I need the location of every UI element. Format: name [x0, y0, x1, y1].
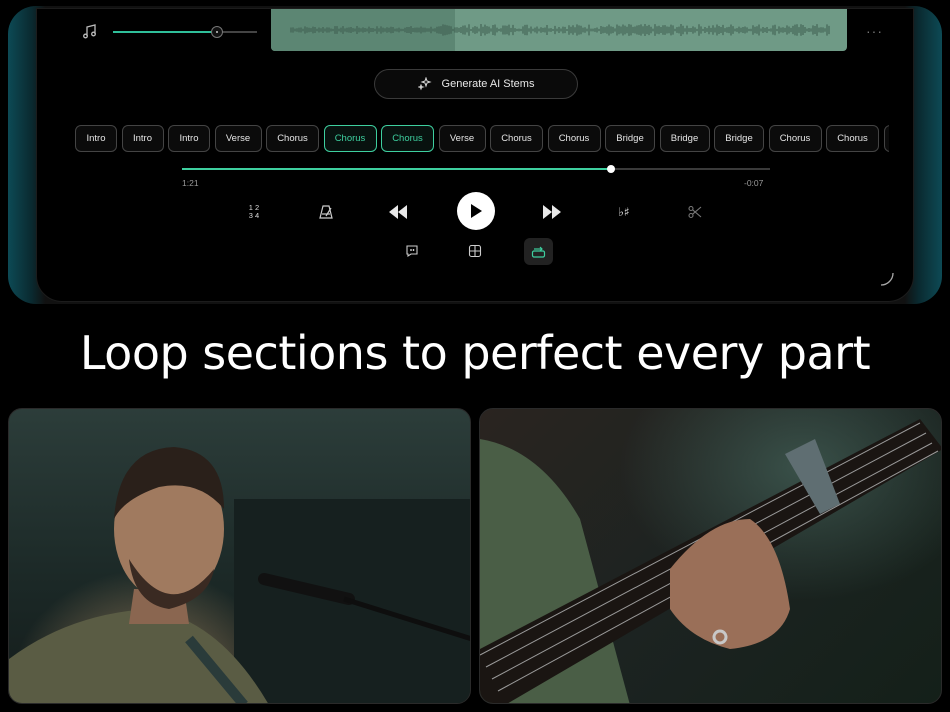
section-chip-label: Chorus — [277, 133, 308, 144]
section-chip[interactable]: Chorus — [323, 125, 377, 152]
playback-progress[interactable] — [182, 165, 770, 173]
section-chip[interactable]: Chorus — [490, 125, 543, 152]
page-headline: Loop sections to perfect every part — [79, 326, 871, 380]
loop-button[interactable] — [524, 238, 553, 265]
fast-forward-icon[interactable] — [541, 203, 563, 221]
section-chip-label: Chorus — [392, 133, 423, 144]
metronome-icon[interactable] — [317, 203, 335, 221]
chord-grid-icon[interactable] — [467, 243, 483, 259]
rewind-icon[interactable] — [387, 203, 409, 221]
progress-fill — [182, 168, 612, 170]
generate-ai-stems-button[interactable]: Generate AI Stems — [374, 69, 578, 99]
play-icon — [471, 204, 482, 218]
section-chip-label: Chorus — [779, 133, 811, 144]
section-chip[interactable]: Chorus — [266, 125, 319, 152]
music-note-icon[interactable] — [81, 23, 99, 41]
guitar-illustration — [480, 419, 941, 703]
section-chip[interactable]: Chorus — [381, 125, 434, 152]
section-chip-label: Intro — [86, 133, 106, 144]
time-signature-button[interactable]: 1 2 3 4 — [243, 203, 265, 221]
volume-slider[interactable] — [113, 26, 257, 38]
section-chip-label: Bridge — [725, 133, 753, 144]
loop-icon — [531, 246, 546, 258]
section-chip-label: Intro — [179, 133, 199, 144]
scissors-icon[interactable] — [687, 204, 703, 220]
section-chip[interactable]: Chorus — [547, 125, 601, 152]
play-button[interactable] — [457, 192, 495, 230]
progress-knob[interactable] — [607, 165, 616, 173]
section-chip[interactable]: Verse — [438, 125, 486, 152]
waveform-bars — [290, 24, 830, 36]
section-chip[interactable]: Intro — [168, 125, 210, 152]
section-chip[interactable]: Chorus — [826, 125, 879, 152]
section-chip[interactable]: Bridge — [714, 125, 764, 152]
section-chip[interactable] — [883, 125, 889, 152]
section-chip-label: Chorus — [334, 133, 366, 144]
loading-spinner-icon — [880, 272, 894, 286]
section-chips-row: Intro Intro Intro Verse Chorus Chorus Chorus Ve… — [75, 125, 889, 153]
section-chip-label: Chorus — [558, 133, 590, 144]
player-screen: ··· Generate AI Stems Intro Intro Intro Ver… — [36, 8, 914, 302]
section-chip-label: Verse — [225, 133, 251, 144]
section-chip[interactable]: Intro — [121, 125, 164, 152]
volume-knob[interactable] — [210, 26, 223, 38]
section-chip[interactable]: Verse — [214, 125, 262, 152]
section-chip-label: Chorus — [501, 133, 532, 144]
time-signature-bottom: 3 4 — [248, 211, 260, 220]
singer-illustration — [9, 447, 470, 703]
time-remaining: -0:07 — [744, 178, 764, 188]
section-chip[interactable]: Bridge — [605, 125, 655, 152]
section-chip-label: Intro — [132, 133, 152, 144]
volume-fill — [113, 31, 217, 33]
section-chip[interactable]: Intro — [75, 125, 117, 152]
time-elapsed: 1:21 — [182, 178, 199, 188]
section-chip-label: Verse — [449, 133, 475, 144]
guitar-photo — [479, 408, 942, 704]
singer-photo — [8, 408, 471, 704]
section-chip-label: Chorus — [837, 133, 868, 144]
section-chip-label: Bridge — [670, 133, 699, 144]
waveform-scrubber[interactable] — [271, 9, 847, 51]
lyrics-icon[interactable] — [404, 243, 420, 259]
device-frame: ··· Generate AI Stems Intro Intro Intro Ver… — [8, 6, 942, 304]
flat-sharp-icon[interactable]: ♭♯ — [615, 203, 633, 221]
waveform-graphic — [290, 24, 830, 36]
section-chip-label: Bridge — [616, 133, 644, 144]
section-chip[interactable]: Chorus — [768, 125, 822, 152]
ai-button-label: Generate AI Stems — [441, 78, 535, 90]
more-dots-icon[interactable]: ··· — [866, 23, 883, 39]
section-chip[interactable]: Bridge — [659, 125, 710, 152]
sparkle-icon — [417, 77, 432, 91]
